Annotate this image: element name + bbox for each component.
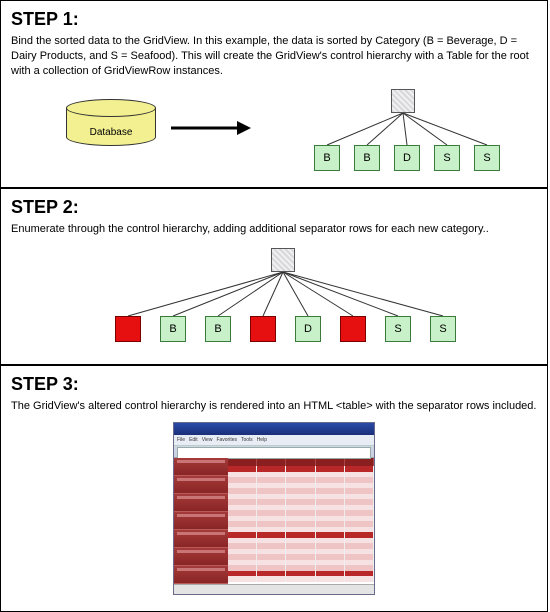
- gridview-preview: [228, 458, 374, 584]
- separator-node-3: [340, 316, 366, 342]
- leaf2-b-2: B: [205, 316, 231, 342]
- leaf-d-1: D: [394, 145, 420, 171]
- sidebar-preview: [174, 458, 228, 584]
- step-2-title: STEP 2:: [11, 197, 537, 218]
- arrow-icon: [171, 121, 251, 135]
- step-2-diagram: B B D S S: [11, 244, 537, 354]
- root-node: [391, 89, 415, 113]
- leaf2-b-1: B: [160, 316, 186, 342]
- leaf-b-2: B: [354, 145, 380, 171]
- separator-node-1: [115, 316, 141, 342]
- step-3-desc: The GridView's altered control hierarchy…: [11, 399, 537, 414]
- rendered-grid-preview: FileEditViewFavoritesToolsHelp: [173, 422, 375, 595]
- grid-header-row: [228, 458, 374, 466]
- step-1-desc: Bind the sorted data to the GridView. In…: [11, 34, 537, 79]
- diagram-container: STEP 1: Bind the sorted data to the Grid…: [0, 0, 548, 612]
- browser-chrome: FileEditViewFavoritesToolsHelp: [174, 423, 374, 458]
- step-1-title: STEP 1:: [11, 9, 537, 30]
- leaf-s-2: S: [474, 145, 500, 171]
- leaf2-s-1: S: [385, 316, 411, 342]
- step-3-title: STEP 3:: [11, 374, 537, 395]
- root-node-2: [271, 248, 295, 272]
- step-1-diagram: Database B B D S S: [11, 87, 537, 177]
- step-2-desc: Enumerate through the control hierarchy,…: [11, 222, 537, 237]
- leaf-s-1: S: [434, 145, 460, 171]
- leaf2-d-1: D: [295, 316, 321, 342]
- leaf2-s-2: S: [430, 316, 456, 342]
- database-icon: Database: [66, 99, 156, 149]
- step-3: STEP 3: The GridView's altered control h…: [1, 366, 547, 611]
- separator-node-2: [250, 316, 276, 342]
- database-label: Database: [66, 127, 156, 138]
- step-1: STEP 1: Bind the sorted data to the Grid…: [1, 1, 547, 189]
- step-2: STEP 2: Enumerate through the control hi…: [1, 189, 547, 367]
- leaf-b-1: B: [314, 145, 340, 171]
